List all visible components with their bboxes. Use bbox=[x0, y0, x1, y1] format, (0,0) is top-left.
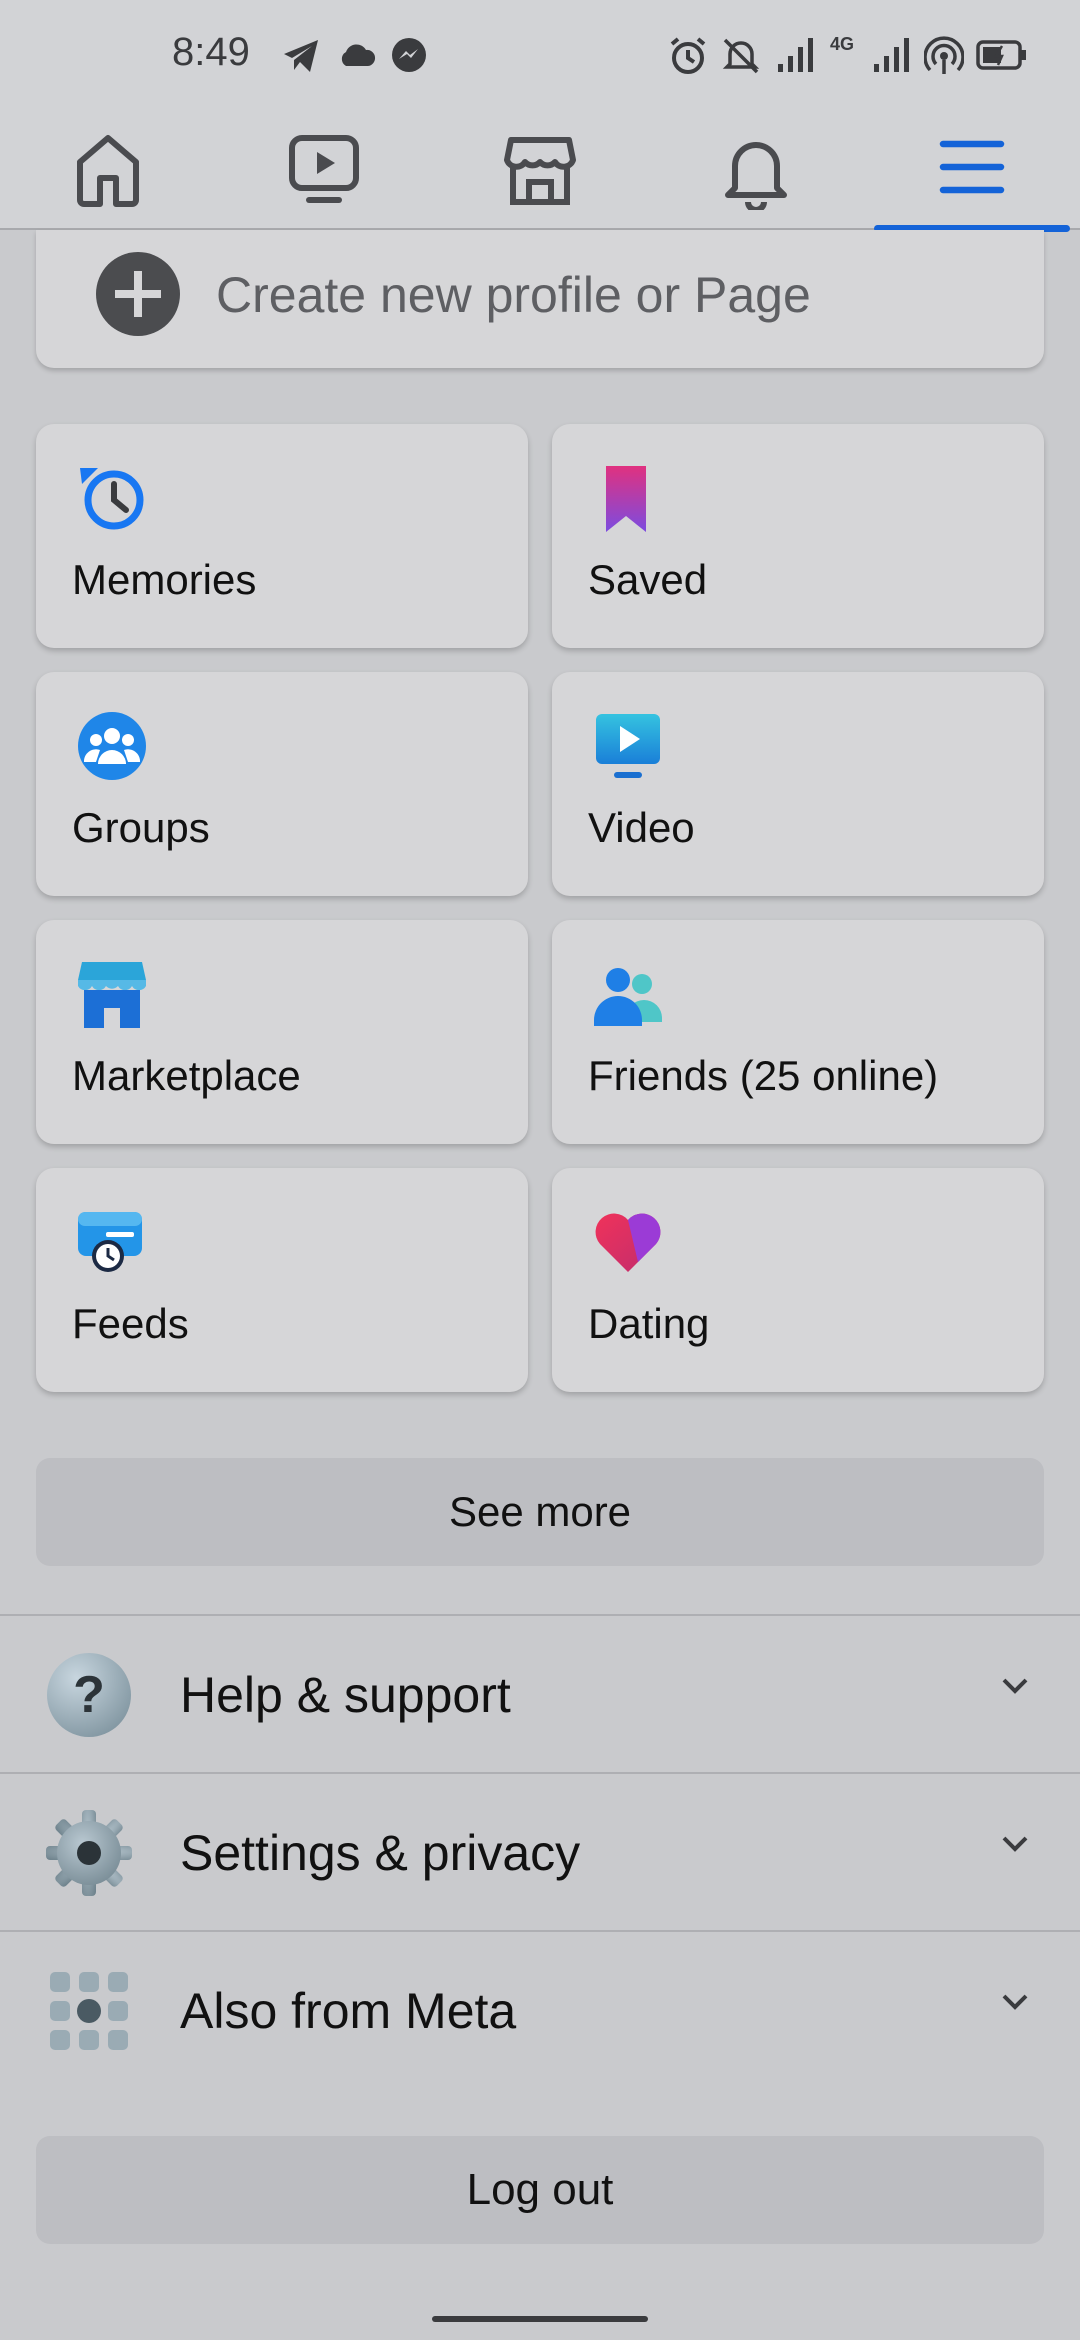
signal-icon bbox=[778, 38, 813, 72]
alarm-icon bbox=[670, 37, 706, 74]
help-icon: ? bbox=[47, 1653, 131, 1737]
signal-icon bbox=[874, 38, 909, 72]
shortcut-label: Groups bbox=[72, 804, 210, 851]
home-icon bbox=[77, 135, 139, 207]
home-indicator[interactable] bbox=[432, 2316, 648, 2322]
chevron-down-icon bbox=[1002, 1678, 1028, 1694]
gear-icon bbox=[46, 1810, 132, 1896]
see-more-button[interactable]: See more bbox=[36, 1458, 1044, 1566]
shortcut-label: Feeds bbox=[72, 1300, 189, 1347]
marketplace-icon bbox=[504, 137, 576, 205]
help-support-label: Help & support bbox=[180, 1667, 511, 1723]
cloud-icon bbox=[341, 44, 376, 66]
tab-home[interactable] bbox=[0, 112, 216, 230]
telegram-icon bbox=[284, 40, 318, 72]
also-from-meta-label: Also from Meta bbox=[180, 1983, 517, 2039]
hotspot-icon bbox=[924, 36, 964, 74]
create-profile-label: Create new profile or Page bbox=[216, 267, 811, 323]
menu-icon bbox=[939, 140, 1005, 194]
bell-icon bbox=[725, 142, 787, 210]
status-bar: 8:49 4G bbox=[0, 0, 1080, 112]
battery-icon bbox=[976, 40, 1026, 70]
tab-video[interactable] bbox=[216, 112, 432, 230]
help-support-row[interactable]: ? Help & support bbox=[0, 1616, 1080, 1772]
feeds-icon bbox=[78, 1212, 142, 1272]
tab-menu[interactable] bbox=[864, 112, 1080, 232]
friends-icon bbox=[594, 968, 662, 1026]
shortcut-memories[interactable]: Memories bbox=[36, 424, 528, 648]
network-type-label: 4G bbox=[830, 34, 855, 54]
shortcut-dating[interactable]: Dating bbox=[552, 1168, 1044, 1392]
marketplace-icon bbox=[78, 962, 146, 1028]
status-time: 8:49 bbox=[172, 30, 250, 74]
tab-marketplace[interactable] bbox=[432, 112, 648, 230]
chevron-down-icon bbox=[1002, 1994, 1028, 2010]
settings-privacy-label: Settings & privacy bbox=[180, 1825, 581, 1881]
shortcut-saved[interactable]: Saved bbox=[552, 424, 1044, 648]
plus-icon bbox=[96, 252, 180, 336]
shortcut-groups[interactable]: Groups bbox=[36, 672, 528, 896]
saved-icon bbox=[606, 466, 646, 532]
groups-icon bbox=[78, 712, 146, 780]
shortcut-label: Marketplace bbox=[72, 1052, 301, 1099]
shortcut-label: Friends (25 online) bbox=[588, 1052, 939, 1099]
tab-notifications[interactable] bbox=[648, 112, 864, 230]
memories-icon bbox=[80, 468, 144, 530]
shortcut-friends[interactable]: Friends (25 online) bbox=[552, 920, 1044, 1144]
shortcut-marketplace[interactable]: Marketplace bbox=[36, 920, 528, 1144]
shortcut-video[interactable]: Video bbox=[552, 672, 1044, 896]
video-icon bbox=[289, 135, 359, 203]
svg-text:?: ? bbox=[73, 1666, 105, 1724]
messenger-icon bbox=[392, 38, 426, 72]
create-profile-button[interactable]: Create new profile or Page bbox=[36, 230, 1044, 368]
meta-apps-icon bbox=[50, 1972, 128, 2050]
mute-icon bbox=[722, 38, 760, 74]
shortcut-label: Dating bbox=[588, 1300, 710, 1347]
video-icon bbox=[596, 714, 660, 778]
top-navigation bbox=[0, 112, 1080, 232]
chevron-down-icon bbox=[1002, 1836, 1028, 1852]
settings-privacy-row[interactable]: Settings & privacy bbox=[0, 1774, 1080, 1930]
shortcut-label: Video bbox=[588, 804, 695, 851]
dating-icon bbox=[595, 1213, 661, 1272]
shortcut-feeds[interactable]: Feeds bbox=[36, 1168, 528, 1392]
shortcut-label: Saved bbox=[588, 556, 708, 603]
shortcut-label: Memories bbox=[72, 556, 257, 603]
logout-button[interactable]: Log out bbox=[36, 2136, 1044, 2244]
also-from-meta-row[interactable]: Also from Meta bbox=[0, 1932, 1080, 2088]
